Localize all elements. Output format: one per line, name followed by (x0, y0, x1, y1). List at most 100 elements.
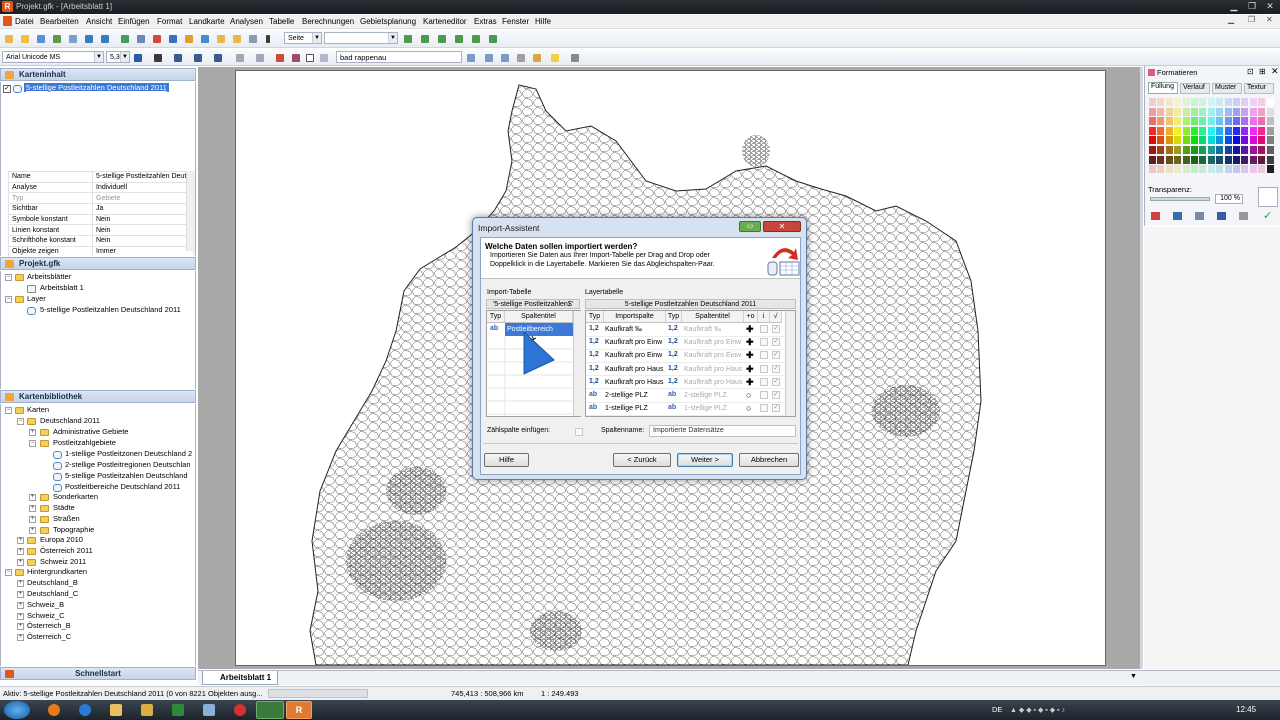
circle-icon[interactable]: ○ (746, 403, 751, 413)
search-input[interactable]: bad rappenau (336, 51, 462, 63)
settings-icon[interactable] (571, 54, 579, 62)
shape-icon[interactable] (292, 54, 300, 62)
spaltenname-input[interactable]: Importierte Datensätze (649, 425, 796, 437)
color-swatch[interactable] (1182, 117, 1190, 126)
expand-icon[interactable]: + (29, 494, 36, 501)
color-swatch[interactable] (1233, 126, 1240, 135)
layer-row-import[interactable]: Kaufkraft pro Haus (605, 363, 665, 376)
row-i-checkbox[interactable] (760, 377, 768, 386)
color-swatch[interactable] (1224, 136, 1232, 145)
color-swatch[interactable] (1199, 155, 1207, 164)
preview-icon[interactable] (69, 35, 77, 43)
color-swatch[interactable] (1266, 155, 1274, 164)
color-swatch[interactable] (1207, 107, 1215, 116)
color-swatch[interactable] (1149, 117, 1156, 126)
vertical-splitter[interactable] (1140, 67, 1143, 669)
layer-grid-scrollbar[interactable] (785, 311, 795, 416)
tree-hg-item[interactable]: Deutschland_C (27, 589, 78, 598)
property-row[interactable]: Schrifthöhe konstant Nein (8, 235, 194, 247)
color-swatch[interactable] (1157, 146, 1165, 154)
color-swatch[interactable] (1207, 126, 1215, 135)
collapse-icon[interactable]: − (5, 569, 12, 576)
apply-check-icon[interactable]: ✓ (1263, 209, 1272, 222)
row-i-checkbox[interactable] (760, 404, 768, 413)
color-swatch[interactable] (1157, 165, 1165, 174)
expand-icon[interactable]: + (17, 591, 24, 598)
close-button[interactable]: ✕ (1262, 0, 1278, 13)
color-swatch[interactable] (1199, 136, 1207, 145)
color-swatch[interactable] (1165, 136, 1173, 145)
color-swatch[interactable] (1249, 146, 1257, 154)
menu-einfuegen[interactable]: Einfügen (118, 17, 150, 26)
color-swatch[interactable] (1182, 98, 1190, 106)
color-swatch[interactable] (1182, 136, 1190, 145)
color-swatch[interactable] (1149, 107, 1156, 116)
color-swatch[interactable] (1258, 155, 1266, 164)
color-swatch[interactable] (1241, 165, 1249, 174)
media-icon[interactable] (141, 704, 153, 716)
taskbar-button-active[interactable] (256, 701, 284, 719)
tree-sonderkarten[interactable]: Sonderkarten (53, 492, 98, 501)
color-swatch[interactable] (1149, 136, 1156, 145)
color-swatch[interactable] (1199, 107, 1207, 116)
color-swatch[interactable] (1258, 136, 1266, 145)
pencil-icon[interactable] (533, 54, 541, 62)
layer-row-import[interactable]: Kaufkraft pro Haus (605, 376, 665, 389)
color-swatch[interactable] (1258, 98, 1266, 106)
collapse-icon[interactable]: − (5, 296, 12, 303)
tab-fuellung[interactable]: Füllung (1148, 82, 1178, 94)
color-swatch[interactable] (1216, 155, 1224, 164)
layer-row-import[interactable]: 1-stellige PLZ (605, 402, 665, 415)
cancel-button[interactable]: Abbrechen (739, 453, 799, 467)
dialog-close-button[interactable]: ✕ (763, 221, 801, 232)
grid-icon[interactable] (320, 54, 328, 62)
shape-icon[interactable] (1239, 212, 1248, 220)
color-swatch[interactable] (1157, 126, 1165, 135)
color-swatch[interactable] (1191, 146, 1198, 154)
color-palette[interactable] (1149, 98, 1275, 178)
color-swatch[interactable] (1149, 165, 1156, 174)
text-align-icon[interactable] (154, 54, 162, 62)
color-swatch[interactable] (1165, 126, 1173, 135)
tree-hintergrund[interactable]: Hintergrundkarten (27, 567, 87, 576)
tree-strassen[interactable]: Straßen (53, 514, 80, 523)
menu-ansicht[interactable]: Ansicht (86, 17, 112, 26)
mdi-restore-button[interactable]: ❐ (1248, 15, 1255, 24)
table-icon[interactable] (137, 35, 145, 43)
tree-deutschland-2011[interactable]: Deutschland 2011 (40, 416, 100, 425)
color-swatch[interactable] (1165, 107, 1173, 116)
color-swatch[interactable] (1174, 107, 1182, 116)
collapse-icon[interactable]: − (29, 440, 36, 447)
chrome-icon[interactable] (234, 704, 246, 716)
menu-tabelle[interactable]: Tabelle (269, 17, 294, 26)
color-swatch[interactable] (1174, 117, 1182, 126)
color-swatch[interactable] (1207, 146, 1215, 154)
color-swatch[interactable] (1199, 165, 1207, 174)
property-row[interactable]: Objekte zeigen Immer (8, 245, 194, 258)
color-swatch[interactable] (1174, 98, 1182, 106)
tab-arbeitsblatt-1[interactable]: Arbeitsblatt 1 (202, 671, 278, 685)
hand-icon[interactable] (517, 54, 525, 62)
color-swatch[interactable] (1241, 117, 1249, 126)
menu-karteneditor[interactable]: Karteneditor (423, 17, 467, 26)
zoom-in-icon[interactable] (201, 35, 209, 43)
tab-textur[interactable]: Textur (1244, 83, 1274, 94)
plus-icon[interactable]: ✚ (746, 377, 754, 388)
color-swatch[interactable] (1207, 155, 1215, 164)
color-swatch[interactable] (1174, 126, 1182, 135)
nav-next-icon[interactable] (438, 35, 446, 43)
expand-icon[interactable]: + (29, 527, 36, 534)
expand-icon[interactable]: + (17, 634, 24, 641)
tree-plz-item[interactable]: 1-stellige Postleitzonen Deutschland 2 (65, 449, 192, 458)
properties-scrollbar[interactable] (186, 171, 195, 251)
color-swatch[interactable] (1157, 155, 1165, 164)
layer-icon[interactable] (169, 35, 177, 43)
color-swatch[interactable] (1216, 107, 1224, 116)
row-i-checkbox[interactable] (760, 325, 768, 333)
color-swatch[interactable] (1157, 107, 1165, 116)
refresh-icon[interactable] (121, 35, 129, 43)
color-swatch[interactable] (1258, 126, 1266, 135)
fill-color-icon[interactable] (1151, 212, 1160, 220)
schnellstart-button[interactable]: Schnellstart (0, 667, 196, 680)
font-size-select[interactable]: 5,3 ▼ (106, 51, 130, 63)
